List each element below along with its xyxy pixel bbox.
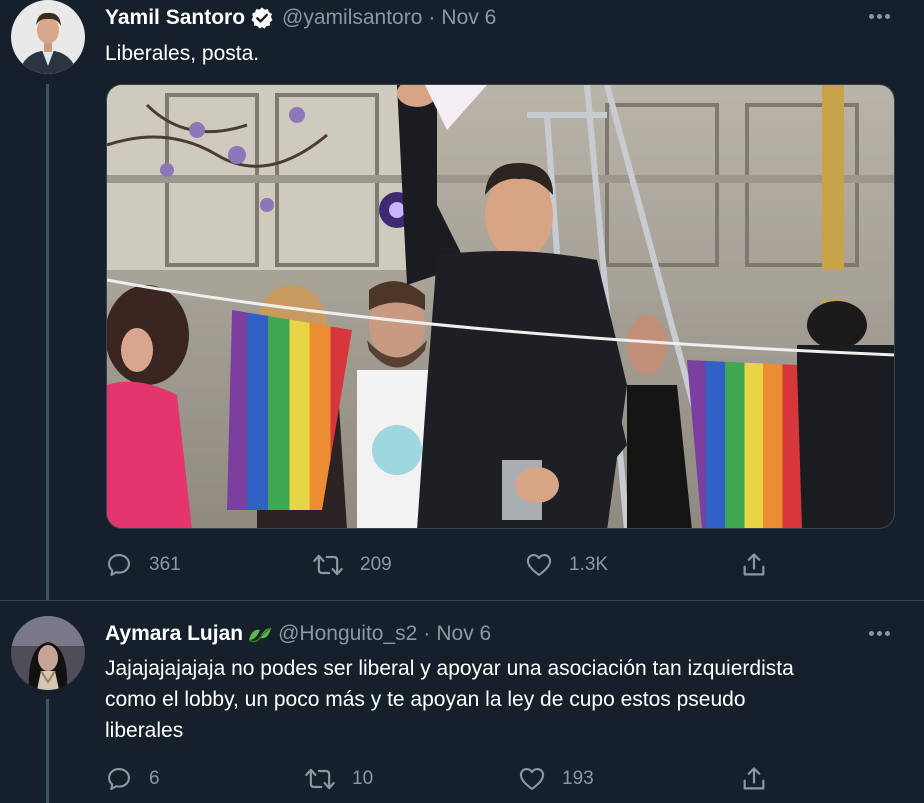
- share-icon: [743, 767, 765, 790]
- thread-line: [46, 699, 49, 803]
- tweet-actions: 361 209 1.3K: [105, 550, 785, 580]
- retweet-count: 209: [360, 554, 392, 575]
- tweet-text-line: liberales: [105, 719, 184, 742]
- tweet-header: Aymara Lujan @Honguito_s2 · Nov 6: [105, 619, 491, 649]
- reply-count: 6: [149, 768, 160, 789]
- separator-dot: ·: [423, 622, 431, 645]
- like-count: 1.3K: [569, 554, 609, 575]
- like-count: 193: [562, 768, 594, 789]
- reply-button[interactable]: 6: [105, 764, 160, 794]
- reply-button[interactable]: 361: [105, 550, 181, 580]
- share-icon: [743, 553, 765, 576]
- display-name[interactable]: Aymara Lujan: [105, 622, 243, 646]
- retweet-button[interactable]: 209: [312, 550, 392, 580]
- seedling-emoji-icon: [246, 622, 274, 646]
- user-handle[interactable]: @Honguito_s2: [278, 622, 417, 646]
- heart-icon: [519, 768, 545, 790]
- verified-badge-icon: [250, 6, 274, 30]
- like-button[interactable]: 193: [518, 764, 594, 794]
- tweet-photo[interactable]: [106, 84, 895, 529]
- reply-icon: [108, 554, 130, 576]
- avatar[interactable]: [11, 0, 85, 74]
- tweet[interactable]: Yamil Santoro @yamilsantoro · Nov 6 Libe…: [0, 0, 924, 600]
- share-button[interactable]: [740, 550, 768, 580]
- more-options-icon[interactable]: [864, 623, 894, 643]
- retweet-icon: [313, 554, 343, 576]
- tweet-text: Jajajajajajaja no podes ser liberal y ap…: [105, 653, 794, 746]
- tweet-header: Yamil Santoro @yamilsantoro · Nov 6: [105, 3, 496, 33]
- tweet-actions: 6 10 193: [105, 764, 785, 794]
- thread-line: [46, 84, 49, 600]
- reply-icon: [108, 768, 130, 790]
- user-handle[interactable]: @yamilsantoro: [282, 6, 422, 30]
- tweet-date[interactable]: Nov 6: [436, 622, 491, 646]
- tweet-text: Liberales, posta.: [105, 42, 260, 65]
- retweet-count: 10: [352, 768, 374, 789]
- retweet-button[interactable]: 10: [304, 764, 373, 794]
- display-name[interactable]: Yamil Santoro: [105, 6, 245, 30]
- tweet[interactable]: Aymara Lujan @Honguito_s2 · Nov 6 Jajaja…: [0, 600, 924, 803]
- reply-count: 361: [149, 554, 181, 575]
- tweet-text-line: como el lobby, un poco más y te apoyan l…: [105, 688, 746, 711]
- avatar[interactable]: [11, 616, 85, 690]
- tweet-text-line: Jajajajajajaja no podes ser liberal y ap…: [105, 657, 794, 680]
- separator-dot: ·: [428, 6, 436, 29]
- tweet-date[interactable]: Nov 6: [441, 6, 496, 30]
- like-button[interactable]: 1.3K: [525, 550, 608, 580]
- more-options-icon[interactable]: [864, 6, 894, 26]
- heart-icon: [526, 554, 552, 576]
- share-button[interactable]: [740, 764, 768, 794]
- retweet-icon: [305, 768, 335, 790]
